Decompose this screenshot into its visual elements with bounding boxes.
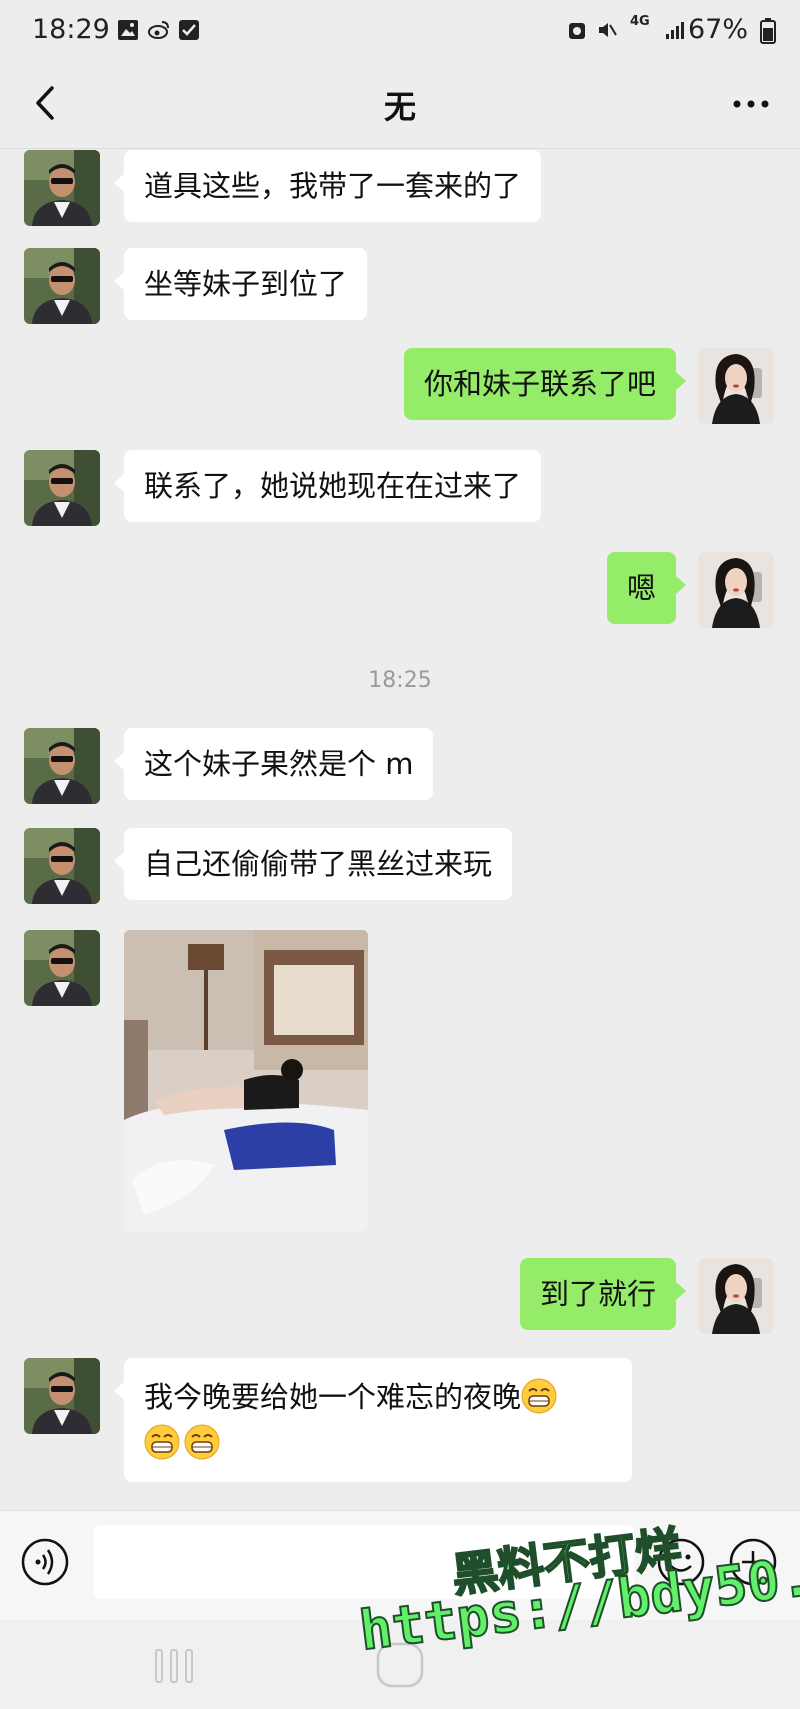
message-bubble-incoming[interactable]: 我今晚要给她一个难忘的夜晚 (114, 1358, 632, 1482)
mute-icon (599, 23, 617, 37)
my-avatar[interactable] (698, 552, 774, 628)
contact-avatar[interactable] (24, 450, 100, 526)
message-text: 我今晚要给她一个难忘的夜晚 (144, 1380, 522, 1414)
status-bar: 18:29 4G 67% (0, 0, 800, 60)
contact-avatar[interactable] (24, 930, 100, 1006)
message-bubble-incoming[interactable]: 自己还偷偷带了黑丝过来玩 (113, 828, 513, 900)
chat-timestamp: 18:25 (368, 668, 432, 693)
gallery-icon (118, 20, 138, 40)
contact-avatar[interactable] (24, 828, 100, 904)
my-avatar[interactable] (698, 1258, 774, 1334)
grin-emoji-icon (184, 1424, 220, 1460)
battery-percent: 67% (687, 14, 748, 45)
contact-avatar[interactable] (24, 1358, 100, 1434)
chat-header: 无 (0, 60, 800, 149)
alarm-icon (569, 23, 585, 39)
message-bubble-outgoing[interactable]: 嗯 (606, 552, 687, 624)
message-bubble-outgoing[interactable]: 你和妹子联系了吧 (403, 348, 687, 420)
battery-icon (760, 18, 776, 44)
message-bubble-incoming[interactable]: 联系了，她说她现在在过来了 (113, 450, 542, 522)
network-type: 4G (630, 14, 650, 29)
message-bubble-outgoing[interactable]: 到了就行 (519, 1258, 687, 1330)
grin-emoji-icon (144, 1424, 180, 1460)
contact-avatar[interactable] (24, 248, 100, 324)
chat-title: 无 (383, 88, 416, 126)
weibo-icon (148, 21, 169, 39)
my-avatar[interactable] (698, 348, 774, 424)
signal-icon (666, 22, 684, 39)
image-message[interactable] (124, 930, 368, 1232)
message-bubble-incoming[interactable]: 坐等妹子到位了 (113, 248, 368, 320)
check-box-icon (179, 20, 199, 40)
message-bubble-incoming[interactable]: 道具这些，我带了一套来的了 (113, 150, 542, 222)
recent-apps-icon[interactable] (152, 1646, 196, 1686)
status-time: 18:29 (32, 14, 110, 45)
voice-icon[interactable] (20, 1537, 70, 1587)
message-bubble-incoming[interactable]: 这个妹子果然是个 m (113, 728, 434, 800)
contact-avatar[interactable] (24, 150, 100, 226)
grin-emoji-icon (521, 1378, 557, 1414)
contact-avatar[interactable] (24, 728, 100, 804)
more-icon[interactable] (724, 82, 778, 126)
